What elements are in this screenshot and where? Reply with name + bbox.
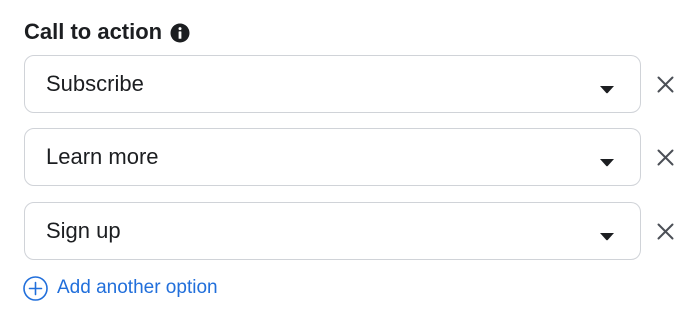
add-another-option-button[interactable]: Add another option	[23, 275, 218, 301]
cta-option-row: Sign up	[24, 202, 700, 262]
cta-option-row: Subscribe	[24, 55, 700, 115]
caret-down-icon	[599, 154, 615, 167]
cta-select[interactable]: Subscribe	[24, 55, 641, 113]
cta-select-value: Subscribe	[46, 71, 144, 96]
add-another-option-label: Add another option	[57, 277, 218, 298]
info-icon[interactable]	[170, 23, 190, 43]
caret-down-icon	[599, 228, 615, 241]
close-icon[interactable]	[657, 149, 674, 166]
cta-option-row: Learn more	[24, 128, 700, 188]
cta-select[interactable]: Learn more	[24, 128, 641, 186]
cta-select[interactable]: Sign up	[24, 202, 641, 260]
close-icon[interactable]	[657, 223, 674, 240]
close-icon[interactable]	[657, 76, 674, 93]
section-header: Call to action	[24, 18, 190, 46]
plus-circle-icon	[23, 275, 48, 301]
call-to-action-panel: Call to action Subscribe Learn more Sign…	[0, 0, 700, 318]
section-title: Call to action	[24, 19, 163, 44]
cta-select-value: Learn more	[46, 144, 159, 169]
caret-down-icon	[599, 81, 615, 94]
cta-select-value: Sign up	[46, 218, 121, 243]
